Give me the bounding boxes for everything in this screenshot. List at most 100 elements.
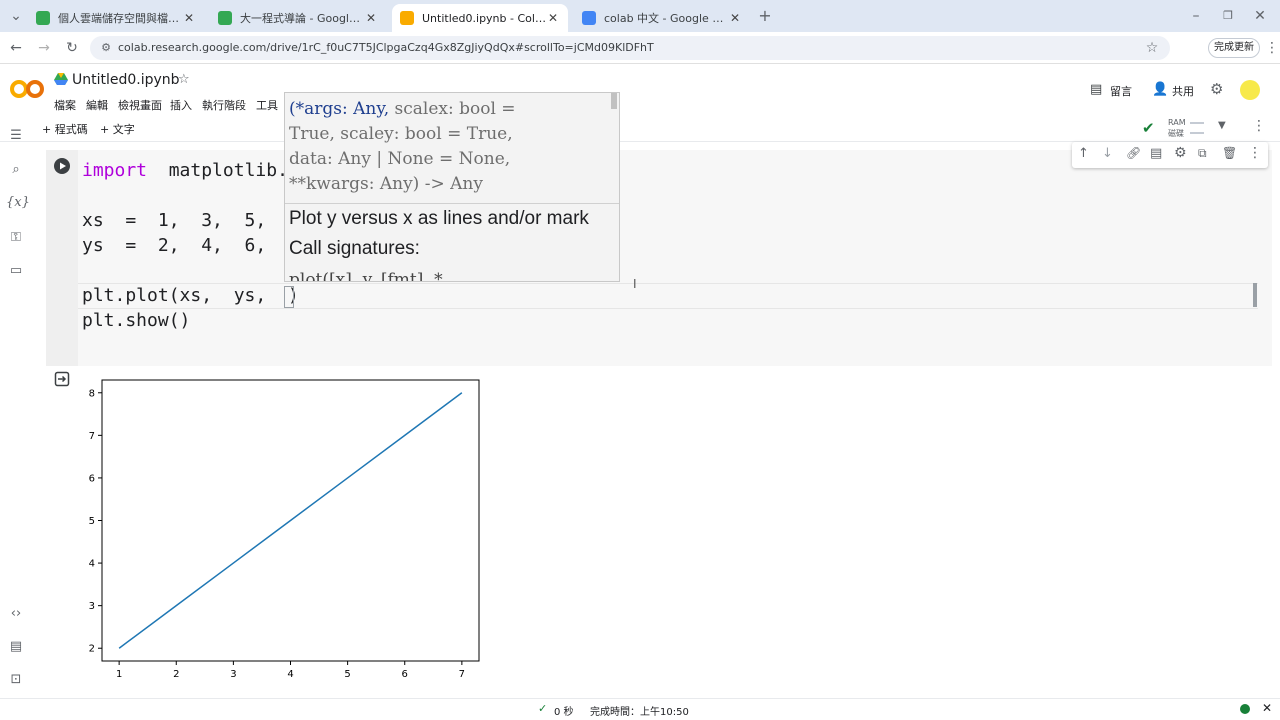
line-chart: 1 2 3 4 5 6 7 2 3 4 5 6 7 8 xyxy=(89,379,480,680)
editor-scrollbar[interactable] xyxy=(1253,283,1257,307)
signature-tooltip[interactable]: (*args: Any, scalex: bool = True, scaley… xyxy=(284,92,620,282)
close-tab-icon[interactable]: ✕ xyxy=(182,11,196,25)
google-drive-icon xyxy=(218,11,232,25)
menu-runtime[interactable]: 執行階段 xyxy=(202,97,246,113)
comment-icon[interactable]: ▤ xyxy=(1090,82,1102,97)
menu-file[interactable]: 檔案 xyxy=(54,97,76,113)
x-tick-label: 2 xyxy=(173,669,179,680)
site-info-icon[interactable]: ⚙ xyxy=(96,38,116,58)
cell-more-icon[interactable]: ⋮ xyxy=(1248,145,1262,161)
add-text-button[interactable]: + 文字 xyxy=(100,121,135,137)
output-actions-icon[interactable] xyxy=(54,371,70,387)
colab-header: Untitled0.ipynb ☆ 檔案 編輯 檢視畫面 插入 執行階段 工具 … xyxy=(0,64,1280,116)
doc-call-signatures: Call signatures: xyxy=(289,238,420,259)
y-tick-label: 2 xyxy=(89,644,95,655)
ram-meter[interactable] xyxy=(1190,122,1204,124)
comment-button[interactable]: 留言 xyxy=(1110,83,1132,99)
code-snippets-icon[interactable]: ‹› xyxy=(6,604,26,624)
code-cell[interactable] xyxy=(46,150,1272,366)
disk-meter[interactable] xyxy=(1190,132,1204,134)
mirror-cell-icon[interactable]: ⧉ xyxy=(1198,146,1207,161)
browser-tab-title: 大一程式導論 - Google 雲端硬碟 xyxy=(240,12,364,25)
back-icon[interactable]: ← xyxy=(6,38,26,58)
import-keyword: import xyxy=(82,160,148,181)
x-tick-label: 3 xyxy=(230,669,236,680)
new-tab-button[interactable]: + xyxy=(755,6,775,26)
browser-tab[interactable]: Untitled0.ipynb - Colab ✕ xyxy=(392,4,568,32)
menu-tools[interactable]: 工具 xyxy=(256,97,278,113)
share-person-icon[interactable]: 👤 xyxy=(1152,82,1168,97)
add-code-button[interactable]: + 程式碼 xyxy=(42,121,88,137)
tab-search-chevron-icon[interactable]: ⌄ xyxy=(6,6,26,26)
doc-summary: Plot y versus x as lines and/or mark xyxy=(289,208,589,229)
sig-line-3: data: Any | None = None, xyxy=(289,149,511,169)
code-line-show: plt.show() xyxy=(82,310,191,331)
forward-icon[interactable]: → xyxy=(34,38,54,58)
browser-menu-icon[interactable]: ⋮ xyxy=(1262,38,1280,58)
menu-insert[interactable]: 插入 xyxy=(170,97,192,113)
run-cell-icon[interactable] xyxy=(54,158,70,174)
browser-tab[interactable]: 個人雲端儲存空間與檔案共用平台✕ xyxy=(28,4,204,32)
move-up-icon[interactable]: ↑ xyxy=(1078,146,1089,161)
y-tick-label: 3 xyxy=(89,601,95,612)
update-button[interactable]: 完成更新 xyxy=(1208,38,1260,58)
terminal-icon[interactable]: ⊡ xyxy=(6,670,26,690)
colab-logo-icon[interactable] xyxy=(10,78,44,100)
status-bar: ✓ 0 秒 完成時間：上午10:50 ✕ xyxy=(0,698,1280,720)
exec-completed-time: 完成時間：上午10:50 xyxy=(590,707,689,718)
code-line-plot[interactable]: plt.plot(xs, ys, ) xyxy=(82,285,299,306)
sig-line-4: **kwargs: Any) -> Any xyxy=(289,174,483,194)
browser-tab[interactable]: colab 中文 - Google 搜尋 ✕ xyxy=(574,4,750,32)
search-icon[interactable]: ⌕ xyxy=(6,160,26,180)
browser-tab-title: Untitled0.ipynb - Colab xyxy=(422,11,546,25)
delete-cell-icon[interactable]: 🗑︎ xyxy=(1222,146,1237,160)
bookmark-star-icon[interactable]: ☆ xyxy=(1142,38,1162,58)
notebook-title[interactable]: Untitled0.ipynb xyxy=(72,72,180,88)
toolbar-more-icon[interactable]: ⋮ xyxy=(1252,118,1266,134)
tooltip-scrollbar[interactable] xyxy=(611,93,617,109)
y-tick-label: 8 xyxy=(89,388,95,399)
text-cursor-icon: I xyxy=(633,277,637,291)
y-tick-label: 5 xyxy=(89,516,95,527)
menu-edit[interactable]: 編輯 xyxy=(86,97,108,113)
share-button[interactable]: 共用 xyxy=(1172,83,1194,99)
code-line-xs: xs = 1, 3, 5, xyxy=(82,210,267,231)
browser-tab[interactable]: 大一程式導論 - Google 雲端硬碟✕ xyxy=(210,4,386,32)
command-palette-icon[interactable]: ▤ xyxy=(6,637,26,657)
url-field[interactable]: colab.research.google.com/drive/1rC_f0uC… xyxy=(90,36,1170,60)
sig-line-1: (*args: Any, scalex: bool = xyxy=(289,99,516,119)
browser-tab-title: colab 中文 - Google 搜尋 xyxy=(604,12,728,25)
runtime-dropdown-icon[interactable]: ▼ xyxy=(1218,120,1226,131)
tooltip-divider xyxy=(285,203,619,204)
restore-button[interactable]: ❐ xyxy=(1218,6,1238,26)
star-icon[interactable]: ☆ xyxy=(178,72,190,87)
menu-view[interactable]: 檢視畫面 xyxy=(118,97,162,113)
sig-scalex: scalex: bool = xyxy=(389,99,516,119)
secrets-key-icon[interactable]: ⚿ xyxy=(6,228,26,248)
runtime-status-dot[interactable] xyxy=(1240,704,1250,714)
minimize-button[interactable]: – xyxy=(1186,6,1206,26)
cell-comment-icon[interactable]: ▤ xyxy=(1150,146,1162,161)
import-module: matplotlib. xyxy=(147,160,288,181)
ram-label: RAM xyxy=(1168,118,1186,127)
close-tab-icon[interactable]: ✕ xyxy=(728,11,742,25)
doc-plot-signature: plot([x], y, [fmt], * xyxy=(289,270,443,282)
cell-settings-icon[interactable]: ⚙ xyxy=(1174,145,1187,161)
drive-icon xyxy=(54,73,68,85)
bracket-match-highlight xyxy=(284,286,294,308)
reload-icon[interactable]: ↻ xyxy=(62,38,82,58)
settings-gear-icon[interactable]: ⚙ xyxy=(1210,80,1223,98)
close-tab-icon[interactable]: ✕ xyxy=(364,11,378,25)
move-down-icon[interactable]: ↓ xyxy=(1102,146,1113,161)
files-folder-icon[interactable]: ▭ xyxy=(6,261,26,281)
user-avatar[interactable] xyxy=(1240,80,1260,100)
status-close-icon[interactable]: ✕ xyxy=(1262,701,1272,715)
close-tab-icon[interactable]: ✕ xyxy=(546,11,560,25)
x-tick-label: 6 xyxy=(402,669,408,680)
browser-tab-bar: ⌄ 個人雲端儲存空間與檔案共用平台✕大一程式導論 - Google 雲端硬碟✕U… xyxy=(0,0,1280,32)
variables-icon[interactable]: {x} xyxy=(6,193,30,213)
close-window-button[interactable]: ✕ xyxy=(1250,6,1270,26)
x-tick-label: 4 xyxy=(287,669,293,680)
link-icon[interactable]: 🔗︎ xyxy=(1126,146,1141,160)
code-line-ys: ys = 2, 4, 6, xyxy=(82,235,267,256)
